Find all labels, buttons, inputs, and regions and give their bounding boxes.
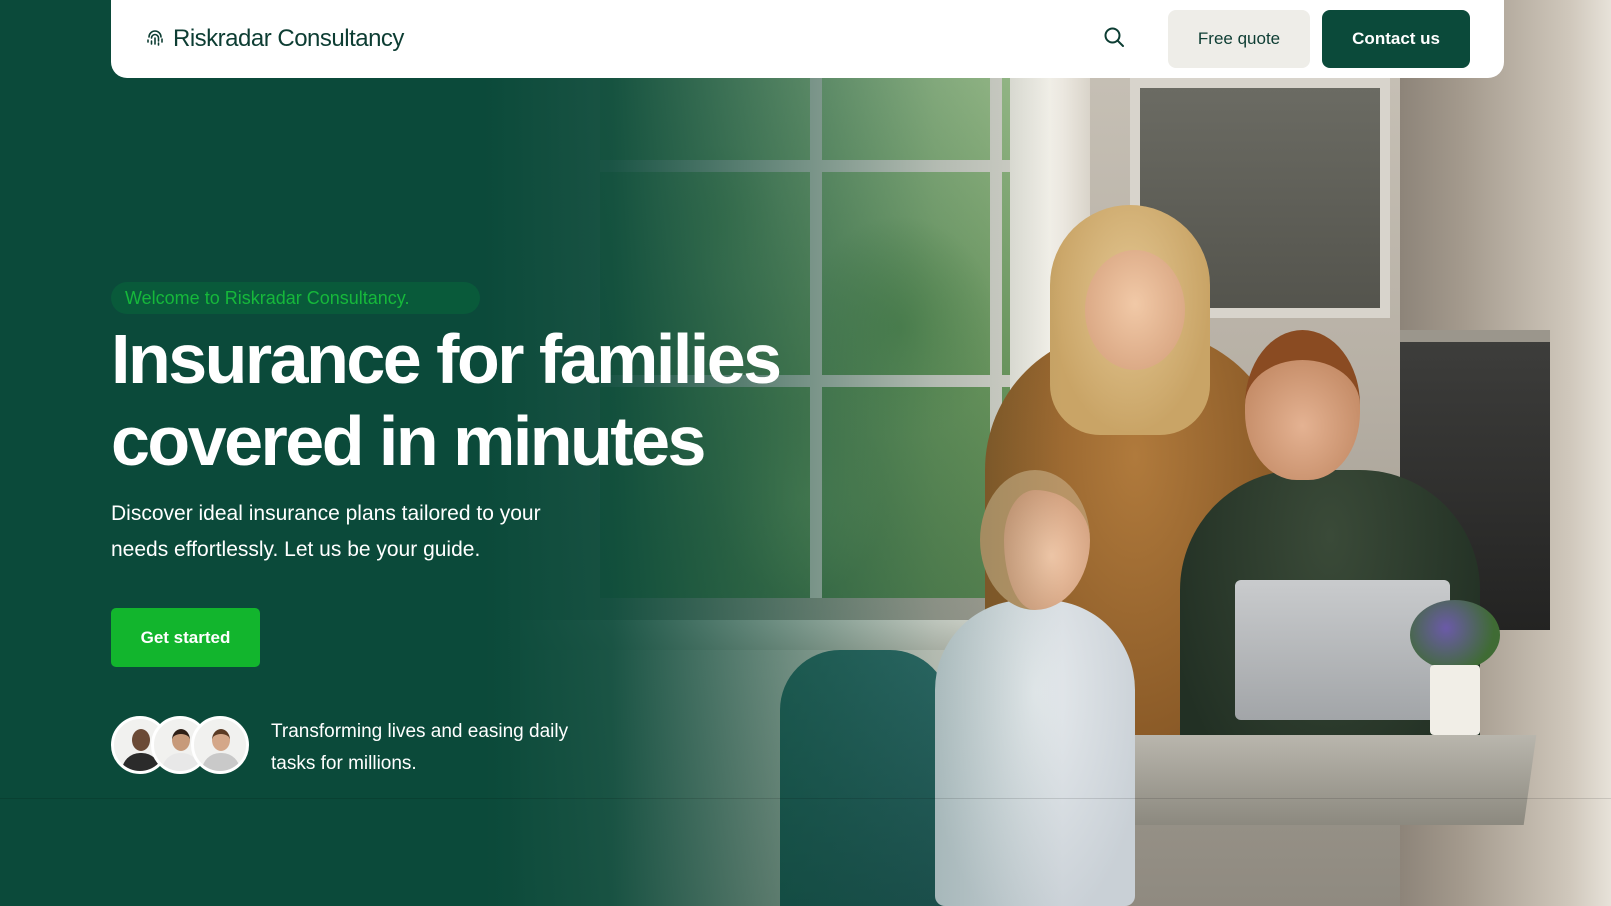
brand-logo[interactable]: Riskradar Consultancy: [145, 25, 404, 53]
top-navbar: Riskradar Consultancy Free quote Contact…: [111, 0, 1504, 78]
avatar-group: [111, 716, 251, 776]
avatar: [191, 716, 249, 774]
hero-headline: Insurance for families covered in minute…: [111, 318, 871, 482]
divider: [0, 798, 1611, 799]
free-quote-button[interactable]: Free quote: [1167, 10, 1311, 68]
social-proof-text: Transforming lives and easing daily task…: [271, 721, 569, 774]
headline-line-1: Insurance for families: [111, 320, 782, 398]
get-started-button[interactable]: Get started: [111, 608, 260, 667]
fingerprint-icon: [145, 29, 165, 49]
welcome-badge: Welcome to Riskradar Consultancy.: [111, 282, 480, 314]
contact-us-button[interactable]: Contact us: [1322, 10, 1470, 68]
avatar-head: [212, 729, 230, 751]
headline-line-2: covered in minutes: [111, 402, 706, 480]
brand-name: Riskradar Consultancy: [173, 25, 404, 52]
nav-actions: Free quote Contact us: [1094, 10, 1470, 68]
hero-subtext: Discover ideal insurance plans tailored …: [111, 502, 541, 561]
search-button[interactable]: [1094, 19, 1134, 59]
avatar-head: [132, 729, 150, 751]
avatar-shoulders: [202, 753, 240, 771]
avatar-head: [172, 729, 190, 751]
search-icon: [1102, 25, 1126, 54]
